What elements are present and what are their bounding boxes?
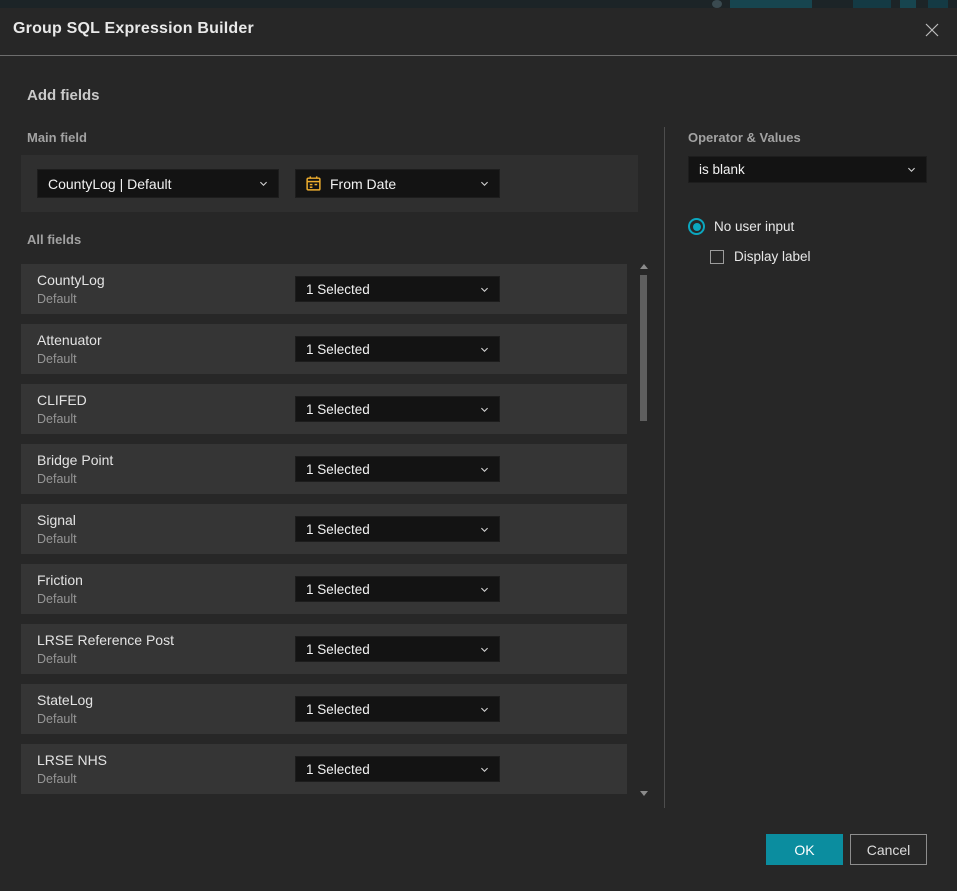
chevron-down-icon bbox=[906, 164, 917, 175]
field-selection-dropdown[interactable]: 1 Selected bbox=[295, 756, 500, 782]
background-fragment bbox=[900, 0, 916, 8]
selection-value: 1 Selected bbox=[296, 642, 479, 657]
field-subtitle: Default bbox=[37, 472, 77, 486]
scrollbar-thumb[interactable] bbox=[640, 275, 647, 421]
chevron-down-icon bbox=[479, 584, 490, 595]
main-field-dropdown-value: From Date bbox=[322, 176, 479, 192]
field-name: CLIFED bbox=[37, 392, 87, 408]
field-selection-dropdown[interactable]: 1 Selected bbox=[295, 696, 500, 722]
field-selection-dropdown[interactable]: 1 Selected bbox=[295, 336, 500, 362]
field-subtitle: Default bbox=[37, 592, 77, 606]
field-name: Attenuator bbox=[37, 332, 102, 348]
field-name: StateLog bbox=[37, 692, 93, 708]
field-row: Friction Default 1 Selected bbox=[21, 564, 627, 614]
add-fields-heading: Add fields bbox=[27, 87, 100, 104]
field-row: Bridge Point Default 1 Selected bbox=[21, 444, 627, 494]
main-field-source-dropdown[interactable]: CountyLog | Default bbox=[37, 169, 279, 198]
field-selection-dropdown[interactable]: 1 Selected bbox=[295, 576, 500, 602]
all-fields-list: CountyLog Default 1 Selected Attenuator … bbox=[21, 264, 627, 795]
field-subtitle: Default bbox=[37, 652, 77, 666]
background-app-toolbar bbox=[0, 0, 957, 8]
cancel-button[interactable]: Cancel bbox=[850, 834, 927, 865]
field-selection-dropdown[interactable]: 1 Selected bbox=[295, 456, 500, 482]
operator-values-label: Operator & Values bbox=[688, 130, 801, 145]
display-label-checkbox[interactable] bbox=[710, 250, 724, 264]
scroll-down-icon[interactable] bbox=[640, 791, 648, 796]
background-fragment bbox=[712, 0, 722, 8]
field-subtitle: Default bbox=[37, 532, 77, 546]
field-name: CountyLog bbox=[37, 272, 105, 288]
background-fragment bbox=[730, 0, 812, 8]
chevron-down-icon bbox=[479, 524, 490, 535]
scroll-up-icon[interactable] bbox=[640, 264, 648, 269]
chevron-down-icon bbox=[258, 178, 269, 189]
selection-value: 1 Selected bbox=[296, 342, 479, 357]
selection-value: 1 Selected bbox=[296, 462, 479, 477]
field-row: CountyLog Default 1 Selected bbox=[21, 264, 627, 314]
operator-dropdown[interactable]: is blank bbox=[688, 156, 927, 183]
chevron-down-icon bbox=[479, 464, 490, 475]
background-fragment bbox=[853, 0, 891, 8]
selection-value: 1 Selected bbox=[296, 522, 479, 537]
fields-list-scrollbar[interactable] bbox=[638, 262, 650, 798]
field-subtitle: Default bbox=[37, 352, 77, 366]
field-row: LRSE Reference Post Default 1 Selected bbox=[21, 624, 627, 674]
source-dropdown-value: CountyLog | Default bbox=[38, 176, 258, 192]
field-selection-dropdown[interactable]: 1 Selected bbox=[295, 636, 500, 662]
main-field-label: Main field bbox=[27, 130, 87, 145]
main-field-panel: CountyLog | Default From Date bbox=[21, 155, 638, 212]
field-row: LRSE NHS Default 1 Selected bbox=[21, 744, 627, 794]
selection-value: 1 Selected bbox=[296, 282, 479, 297]
background-fragment bbox=[928, 0, 948, 8]
operator-dropdown-value: is blank bbox=[689, 162, 906, 177]
field-name: LRSE Reference Post bbox=[37, 632, 174, 648]
field-selection-dropdown[interactable]: 1 Selected bbox=[295, 396, 500, 422]
chevron-down-icon bbox=[479, 344, 490, 355]
group-sql-expression-builder-dialog: Group SQL Expression Builder Add fields … bbox=[0, 8, 957, 891]
field-row: Signal Default 1 Selected bbox=[21, 504, 627, 554]
field-row: CLIFED Default 1 Selected bbox=[21, 384, 627, 434]
selection-value: 1 Selected bbox=[296, 402, 479, 417]
no-user-input-option[interactable]: No user input bbox=[688, 218, 794, 235]
main-field-dropdown[interactable]: From Date bbox=[295, 169, 500, 198]
panel-divider bbox=[664, 127, 665, 808]
calendar-icon bbox=[305, 175, 322, 192]
field-subtitle: Default bbox=[37, 412, 77, 426]
ok-button[interactable]: OK bbox=[766, 834, 843, 865]
chevron-down-icon bbox=[479, 178, 490, 189]
field-subtitle: Default bbox=[37, 292, 77, 306]
field-selection-dropdown[interactable]: 1 Selected bbox=[295, 516, 500, 542]
selection-value: 1 Selected bbox=[296, 582, 479, 597]
field-subtitle: Default bbox=[37, 712, 77, 726]
chevron-down-icon bbox=[479, 404, 490, 415]
field-row: Attenuator Default 1 Selected bbox=[21, 324, 627, 374]
no-user-input-radio[interactable] bbox=[688, 218, 705, 235]
dialog-titlebar: Group SQL Expression Builder bbox=[0, 8, 957, 56]
dialog-title: Group SQL Expression Builder bbox=[13, 20, 254, 38]
field-row: StateLog Default 1 Selected bbox=[21, 684, 627, 734]
all-fields-label: All fields bbox=[27, 232, 81, 247]
display-label-option[interactable]: Display label bbox=[710, 249, 811, 264]
chevron-down-icon bbox=[479, 284, 490, 295]
selection-value: 1 Selected bbox=[296, 702, 479, 717]
field-name: Friction bbox=[37, 572, 83, 588]
chevron-down-icon bbox=[479, 704, 490, 715]
field-name: Bridge Point bbox=[37, 452, 113, 468]
no-user-input-label: No user input bbox=[714, 219, 794, 234]
selection-value: 1 Selected bbox=[296, 762, 479, 777]
close-icon[interactable] bbox=[922, 20, 942, 40]
display-label-text: Display label bbox=[734, 249, 811, 264]
field-selection-dropdown[interactable]: 1 Selected bbox=[295, 276, 500, 302]
field-subtitle: Default bbox=[37, 772, 77, 786]
field-name: LRSE NHS bbox=[37, 752, 107, 768]
field-name: Signal bbox=[37, 512, 76, 528]
chevron-down-icon bbox=[479, 644, 490, 655]
chevron-down-icon bbox=[479, 764, 490, 775]
